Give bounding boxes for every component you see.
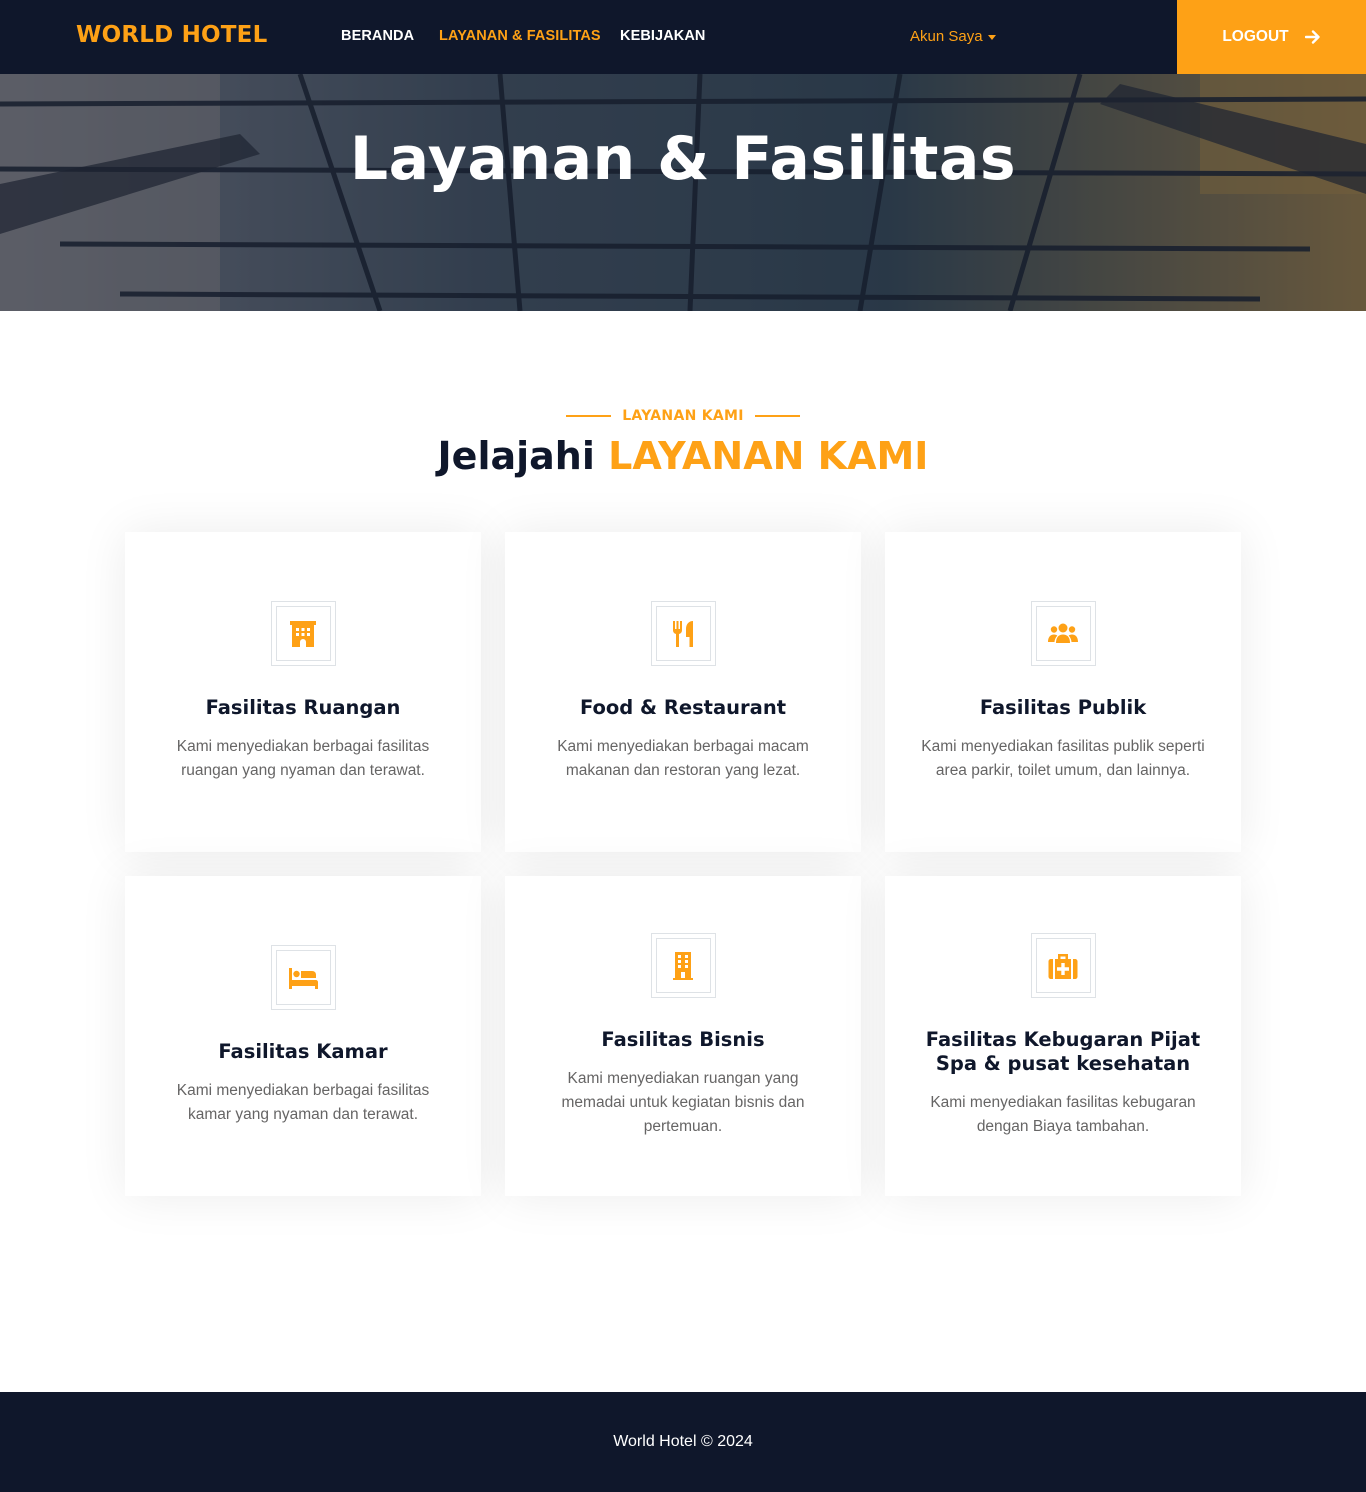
service-description: Kami menyediakan berbagai macam makanan … <box>557 738 809 779</box>
footer: World Hotel © 2024 <box>0 1392 1366 1492</box>
section-title: Jelajahi LAYANAN KAMI <box>0 434 1366 478</box>
service-title: Fasilitas Ruangan <box>205 696 401 719</box>
service-description: Kami menyediakan ruangan yang memadai un… <box>561 1070 805 1135</box>
icon-frame <box>270 601 336 666</box>
page-title: Layanan & Fasilitas <box>349 124 1017 194</box>
icon-frame <box>650 933 716 998</box>
service-title: Fasilitas Publik <box>979 696 1147 719</box>
service-title: Fasilitas Kebugaran Pijat Spa & pusat ke… <box>925 1028 1201 1075</box>
logout-label: LOGOUT <box>1222 28 1289 45</box>
service-card-fasilitas-kebugaran[interactable]: Fasilitas Kebugaran Pijat Spa & pusat ke… <box>885 876 1241 1196</box>
subtitle-line-left <box>566 415 612 417</box>
service-description: Kami menyediakan fasilitas kebugaran den… <box>930 1094 1196 1135</box>
utensils-icon <box>672 620 693 647</box>
nav-link-beranda[interactable]: BERANDA <box>341 28 414 44</box>
logout-button[interactable]: LOGOUT <box>1177 0 1366 74</box>
icon-frame <box>1030 933 1096 998</box>
copyright-text: World Hotel © 2024 <box>613 1433 753 1450</box>
hotel-icon <box>290 620 316 647</box>
service-card-food-restaurant[interactable]: Food & Restaurant Kami menyediakan berba… <box>505 532 861 852</box>
icon-frame <box>1030 601 1096 666</box>
service-description: Kami menyediakan berbagai fasilitas ruan… <box>176 738 430 779</box>
bed-icon <box>289 967 318 989</box>
service-card-fasilitas-bisnis[interactable]: Fasilitas Bisnis Kami menyediakan ruanga… <box>505 876 861 1196</box>
nav-link-kebijakan[interactable]: KEBIJAKAN <box>620 28 706 44</box>
caret-down-icon <box>987 35 996 40</box>
account-dropdown-label: Akun Saya <box>910 28 983 45</box>
service-card-fasilitas-ruangan[interactable]: Fasilitas Ruangan Kami menyediakan berba… <box>125 532 481 852</box>
icon-frame <box>270 945 336 1010</box>
account-dropdown[interactable]: Akun Saya <box>910 28 996 45</box>
service-title: Fasilitas Kamar <box>218 1040 388 1063</box>
section-subtitle-text: LAYANAN KAMI <box>622 408 744 424</box>
page-header-hero: Layanan & Fasilitas <box>0 74 1366 311</box>
brand-logo[interactable]: WORLD HOTEL <box>76 22 267 48</box>
building-icon <box>673 951 693 980</box>
section-subtitle: LAYANAN KAMI <box>0 408 1366 424</box>
service-card-fasilitas-kamar[interactable]: Fasilitas Kamar Kami menyediakan berbaga… <box>125 876 481 1196</box>
nav-link-layanan-fasilitas[interactable]: LAYANAN & FASILITAS <box>439 28 601 44</box>
service-title: Fasilitas Bisnis <box>601 1028 765 1051</box>
icon-frame <box>650 601 716 666</box>
medkit-icon <box>1048 953 1078 979</box>
section-title-accent: LAYANAN KAMI <box>608 434 929 478</box>
arrow-right-icon <box>1304 30 1320 44</box>
navbar: WORLD HOTEL BERANDA LAYANAN & FASILITAS … <box>0 0 1366 74</box>
section-title-prefix: Jelajahi <box>437 434 595 478</box>
service-description: Kami menyediakan berbagai fasilitas kama… <box>176 1082 430 1123</box>
service-description: Kami menyediakan fasilitas publik sepert… <box>921 738 1205 779</box>
service-card-fasilitas-publik[interactable]: Fasilitas Publik Kami menyediakan fasili… <box>885 532 1241 852</box>
users-icon <box>1048 623 1078 643</box>
subtitle-line-right <box>754 415 800 417</box>
service-title: Food & Restaurant <box>579 696 787 719</box>
